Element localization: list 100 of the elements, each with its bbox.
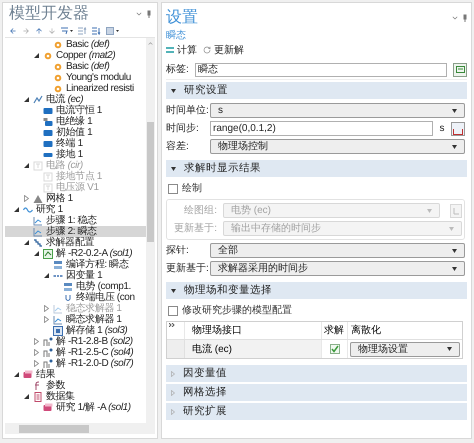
tree-item[interactable]: 瞬态求解器 1 — [5, 314, 146, 325]
branch-icon — [43, 348, 53, 358]
pin-icon[interactable] — [147, 10, 151, 18]
tree-item[interactable]: 解 -R1-2.8-B (sol2) — [5, 336, 146, 347]
tree-item[interactable]: 电流 (ec) — [5, 94, 146, 105]
scroll-thumb[interactable] — [19, 424, 89, 432]
tree-item[interactable]: 电势 (comp1. — [5, 281, 146, 292]
tree-item[interactable]: 解存储 1 (sol3) — [5, 325, 146, 336]
expand-columns-icon[interactable] — [169, 323, 175, 327]
collapse-toggle[interactable] — [33, 52, 40, 59]
tree-item[interactable]: 数据集 — [5, 391, 146, 402]
section-header[interactable]: 物理场和变量选择 — [166, 282, 467, 299]
field-label: 时间步: — [166, 122, 200, 136]
plot-icon — [452, 206, 460, 214]
tree-item[interactable]: 电流守恒 1 — [5, 105, 146, 116]
tree-item[interactable]: 网格 1 — [5, 193, 146, 204]
expand-toggle[interactable] — [23, 195, 30, 202]
caret-icon — [427, 208, 432, 212]
column-header: 求解 — [321, 322, 347, 339]
panel-title: 设置 — [166, 8, 198, 28]
caret-icon — [171, 166, 176, 170]
expand-toggle[interactable] — [33, 360, 40, 367]
chart-icon — [53, 304, 63, 314]
expand-toggle[interactable] — [33, 338, 40, 345]
collapse-toggle[interactable] — [23, 239, 30, 246]
checkbox-label: 修改研究步骤的模型配置 — [182, 304, 292, 318]
tree-item[interactable]: 研究 1/解 -A (sol1) — [5, 402, 146, 413]
scroll-up-icon[interactable] — [147, 40, 154, 47]
tree-item[interactable]: 研究 1 — [5, 204, 146, 215]
tree-item[interactable]: 解 -R2-0.2-A (sol1) — [5, 248, 146, 259]
checkbox[interactable] — [330, 344, 340, 354]
circuit-icon — [43, 172, 53, 182]
scroll-thumb[interactable] — [147, 122, 154, 242]
tree-item[interactable]: 电绝缘 1 — [5, 116, 146, 127]
dropdown[interactable]: 物理场控制 — [210, 139, 465, 154]
tree-item[interactable]: Copper (mat2) — [5, 50, 146, 61]
tree-item[interactable]: Young's modulu — [5, 72, 146, 83]
steps-icon — [33, 238, 43, 248]
collapse-toggle[interactable] — [23, 96, 30, 103]
caret-icon — [447, 347, 452, 351]
tree-item[interactable]: Linearized resisti — [5, 83, 146, 94]
dropdown[interactable]: 求解器采用的时间步 — [210, 261, 465, 276]
expand-toggle[interactable] — [33, 349, 40, 356]
dropdown[interactable]: 物理场设置 — [350, 342, 460, 356]
checkbox[interactable] — [168, 184, 178, 194]
tree-item[interactable]: 因变量 1 — [5, 270, 146, 281]
caret-icon — [452, 248, 457, 252]
dropdown[interactable]: 全部 — [210, 243, 465, 258]
tree-item[interactable]: 步骤 1: 稳态 — [5, 215, 146, 226]
expand-toggle[interactable] — [43, 316, 50, 323]
tree-item[interactable]: 接地 1 — [5, 149, 146, 160]
filter-icon[interactable] — [61, 26, 73, 34]
pin-icon[interactable] — [463, 14, 467, 22]
column-header: 物理场接口 — [191, 324, 243, 338]
tree-item[interactable]: 终端电压 (con — [5, 292, 146, 303]
dropdown-icon[interactable] — [135, 10, 143, 18]
back-icon[interactable] — [9, 26, 17, 34]
input-field[interactable]: range(0,0.1,2) — [210, 121, 433, 136]
layout-icon[interactable] — [106, 26, 119, 34]
tree-item[interactable]: Basic (def) — [5, 61, 146, 72]
caret-icon — [452, 144, 457, 148]
tree-item[interactable]: 解 -R1-2.5-C (sol4) — [5, 347, 146, 358]
collapse-toggle[interactable] — [23, 393, 30, 400]
range-button[interactable] — [451, 122, 465, 136]
collapse-toggle[interactable] — [13, 371, 20, 378]
collapse-toggle[interactable] — [13, 206, 20, 213]
expand-all-icon[interactable] — [78, 26, 87, 34]
label-field[interactable]: 瞬态 — [195, 62, 447, 76]
field-label: 绘图组: — [183, 204, 218, 218]
compute-button[interactable]: 计算 — [166, 42, 197, 58]
dropdown-icon[interactable] — [451, 14, 459, 22]
horizontal-scrollbar[interactable] — [5, 423, 155, 434]
section-header[interactable]: 网格选择 — [166, 384, 467, 401]
checkbox[interactable] — [168, 306, 178, 316]
note-icon — [456, 66, 464, 74]
reset-label-button[interactable] — [453, 62, 467, 76]
section-header[interactable]: 因变量值 — [166, 365, 467, 382]
tree-item[interactable]: 结果 — [5, 369, 146, 380]
collapse-all-icon[interactable] — [92, 26, 101, 34]
mesh-icon — [33, 194, 43, 204]
collapse-toggle[interactable] — [43, 272, 50, 279]
tree-item[interactable]: 终端 1 — [5, 138, 146, 149]
caret-icon — [171, 88, 176, 92]
section-header[interactable]: 研究扩展 — [166, 403, 467, 420]
vertical-scrollbar[interactable] — [146, 38, 155, 423]
tree-item[interactable]: 初始值 1 — [5, 127, 146, 138]
tree-item[interactable]: 解 -R1-2.0-D (sol7) — [5, 358, 146, 369]
tree-item[interactable]: 编译方程: 瞬态 — [5, 259, 146, 270]
tree-item[interactable]: 步骤 2: 瞬态 — [5, 226, 146, 237]
section-header[interactable]: 研究设置 — [166, 82, 467, 99]
panel-icon — [43, 116, 53, 126]
panel-title: 模型开发器 — [9, 4, 89, 24]
collapse-toggle[interactable] — [33, 250, 40, 257]
tree-item[interactable]: 参数 — [5, 380, 146, 391]
dropdown[interactable]: s — [210, 103, 465, 118]
move-up-icon[interactable] — [35, 26, 43, 34]
tree-item[interactable]: 求解器配置 — [5, 237, 146, 248]
section-header[interactable]: 求解时显示结果 — [166, 160, 467, 177]
update-button[interactable]: 更新解 — [203, 42, 244, 58]
tree-item[interactable]: Basic (def) — [5, 39, 146, 50]
